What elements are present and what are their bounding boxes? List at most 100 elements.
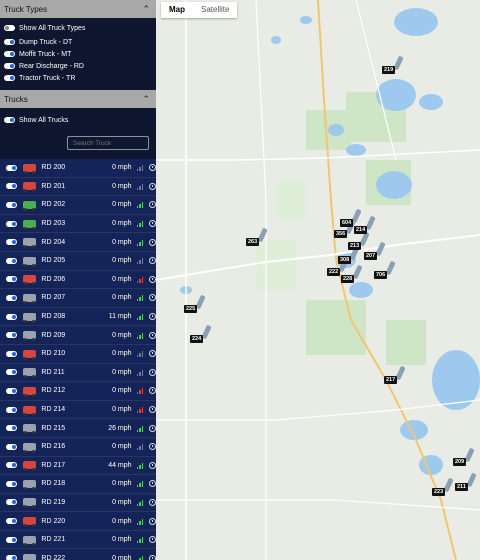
truck-marker[interactable]: 228	[341, 275, 355, 283]
truck-visibility-toggle[interactable]	[6, 313, 17, 320]
truck-row[interactable]: RD 208 11 mph	[0, 307, 156, 327]
clock-icon[interactable]	[149, 313, 156, 321]
truck-marker[interactable]: 219	[382, 66, 396, 74]
truck-visibility-toggle[interactable]	[6, 425, 17, 432]
truck-row[interactable]: RD 203 0 mph	[0, 214, 156, 234]
clock-icon[interactable]	[149, 220, 156, 228]
clock-icon[interactable]	[149, 164, 156, 172]
truck-type-row[interactable]: Moffit Truck - MT	[0, 48, 156, 60]
clock-icon[interactable]	[149, 294, 156, 302]
truck-type-toggle[interactable]	[4, 51, 15, 57]
search-truck-input[interactable]	[67, 136, 149, 150]
truck-visibility-toggle[interactable]	[6, 294, 17, 301]
truck-types-header[interactable]: Truck Types ⌃	[0, 0, 156, 18]
truck-visibility-toggle[interactable]	[6, 443, 17, 450]
truck-visibility-toggle[interactable]	[6, 480, 17, 487]
truck-row[interactable]: RD 215 26 mph	[0, 419, 156, 438]
truck-visibility-toggle[interactable]	[6, 201, 17, 208]
truck-type-row[interactable]: Rear Discharge - RD	[0, 60, 156, 72]
truck-row[interactable]: RD 220 0 mph	[0, 512, 156, 531]
tab-satellite[interactable]: Satellite	[193, 2, 237, 18]
truck-type-toggle[interactable]	[4, 63, 15, 69]
truck-visibility-toggle[interactable]	[6, 406, 17, 413]
truck-visibility-toggle[interactable]	[6, 518, 17, 525]
clock-icon[interactable]	[149, 424, 156, 432]
clock-icon[interactable]	[149, 238, 156, 246]
clock-icon[interactable]	[149, 480, 156, 488]
truck-marker[interactable]: 604	[340, 219, 354, 227]
truck-row[interactable]: RD 205 0 mph	[0, 251, 156, 271]
show-all-truck-types-toggle[interactable]	[4, 25, 15, 31]
clock-icon[interactable]	[149, 498, 156, 506]
truck-visibility-toggle[interactable]	[6, 183, 17, 190]
truck-visibility-toggle[interactable]	[6, 387, 17, 394]
clock-icon[interactable]	[149, 387, 156, 395]
clock-icon[interactable]	[149, 350, 156, 358]
truck-marker[interactable]: 308	[338, 256, 352, 264]
truck-visibility-toggle[interactable]	[6, 369, 17, 376]
truck-type-row[interactable]: Dump Truck - DT	[0, 36, 156, 48]
truck-row[interactable]: RD 222 0 mph	[0, 549, 156, 560]
truck-visibility-toggle[interactable]	[6, 536, 17, 543]
truck-row[interactable]: RD 206 0 mph	[0, 270, 156, 290]
truck-type-toggle[interactable]	[4, 39, 15, 45]
truck-visibility-toggle[interactable]	[6, 462, 17, 469]
clock-icon[interactable]	[149, 517, 156, 525]
show-all-trucks-row[interactable]: Show All Trucks	[0, 114, 68, 126]
truck-visibility-toggle[interactable]	[6, 276, 17, 283]
truck-marker[interactable]: 225	[184, 305, 198, 313]
truck-type-toggle[interactable]	[4, 75, 15, 81]
truck-marker[interactable]: 217	[384, 376, 398, 384]
truck-visibility-toggle[interactable]	[6, 257, 17, 264]
clock-icon[interactable]	[149, 554, 156, 560]
truck-visibility-toggle[interactable]	[6, 332, 17, 339]
clock-icon[interactable]	[149, 443, 156, 451]
clock-icon[interactable]	[149, 182, 156, 190]
truck-row[interactable]: RD 214 0 mph	[0, 400, 156, 420]
truck-row[interactable]: RD 210 0 mph	[0, 344, 156, 364]
tab-map[interactable]: Map	[161, 2, 193, 18]
truck-visibility-toggle[interactable]	[6, 555, 17, 560]
show-all-trucks-toggle[interactable]	[4, 117, 15, 123]
truck-row[interactable]: RD 217 44 mph	[0, 456, 156, 476]
map[interactable]: Map Satellite 219 604 214 356 213 263 207 308 22…	[156, 0, 480, 560]
truck-row[interactable]: RD 211 0 mph	[0, 363, 156, 383]
truck-row[interactable]: RD 218 0 mph	[0, 475, 156, 494]
truck-marker[interactable]: 263	[246, 238, 260, 246]
truck-row[interactable]: RD 216 0 mph	[0, 437, 156, 457]
truck-visibility-toggle[interactable]	[6, 499, 17, 506]
truck-row[interactable]: RD 212 0 mph	[0, 382, 156, 401]
truck-marker[interactable]: 706	[374, 271, 388, 279]
clock-icon[interactable]	[149, 257, 156, 265]
truck-marker[interactable]: 223	[432, 488, 446, 496]
truck-marker[interactable]: 224	[190, 335, 204, 343]
truck-row[interactable]: RD 207 0 mph	[0, 289, 156, 308]
truck-marker[interactable]: 356	[334, 230, 348, 238]
truck-visibility-toggle[interactable]	[6, 239, 17, 246]
truck-marker[interactable]: 207	[364, 252, 378, 260]
trucks-header[interactable]: Trucks ⌃	[0, 90, 156, 108]
chevron-up-icon[interactable]: ⌃	[142, 94, 150, 105]
clock-icon[interactable]	[149, 536, 156, 544]
show-all-truck-types-row[interactable]: Show All Truck Types	[0, 22, 156, 34]
truck-row[interactable]: RD 202 0 mph	[0, 196, 156, 215]
truck-marker[interactable]: 209	[453, 458, 467, 466]
truck-visibility-toggle[interactable]	[6, 164, 17, 171]
truck-row[interactable]: RD 201 0 mph	[0, 177, 156, 197]
truck-marker[interactable]: 211	[455, 483, 468, 491]
truck-row[interactable]: RD 209 0 mph	[0, 326, 156, 345]
chevron-up-icon[interactable]: ⌃	[142, 4, 150, 15]
truck-row[interactable]: RD 221 0 mph	[0, 530, 156, 550]
clock-icon[interactable]	[149, 331, 156, 339]
truck-row[interactable]: RD 219 0 mph	[0, 493, 156, 513]
truck-row[interactable]: RD 200 0 mph	[0, 159, 156, 178]
truck-row[interactable]: RD 204 0 mph	[0, 233, 156, 252]
truck-marker[interactable]: 213	[348, 242, 362, 250]
clock-icon[interactable]	[149, 201, 156, 209]
truck-marker[interactable]: 214	[354, 226, 368, 234]
clock-icon[interactable]	[149, 461, 156, 469]
truck-visibility-toggle[interactable]	[6, 220, 17, 227]
clock-icon[interactable]	[149, 406, 156, 414]
clock-icon[interactable]	[149, 368, 156, 376]
truck-marker[interactable]: 222	[327, 268, 341, 276]
